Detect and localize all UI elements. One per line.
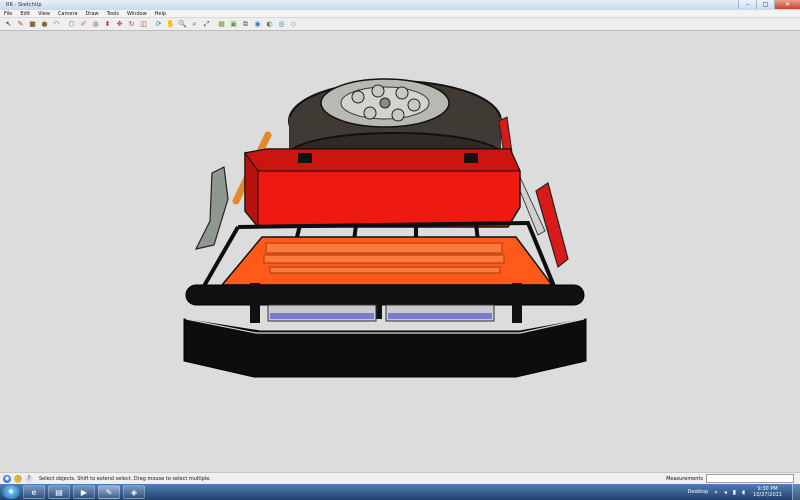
- zoom-window-tool-button[interactable]: ⌕: [189, 19, 200, 30]
- model-viewport[interactable]: [0, 31, 800, 472]
- menu-window[interactable]: Window: [123, 11, 151, 17]
- geo-location-icon[interactable]: ◉: [3, 474, 11, 483]
- help-icon[interactable]: ?: [25, 474, 33, 483]
- arc-icon: ◠: [53, 19, 60, 28]
- toolbar: ↖ ✎ ■ ● ◠ ⬡ ✐ ◍ ⬍ ✥ ↻ ◫ ⟳ ✋ 🔍 ⌕ ⤢ ▦ ▣ ⧉ ◉ ◐ ◎ ◇: [0, 18, 800, 31]
- rotate-icon: ↻: [128, 19, 135, 28]
- show-desktop-button[interactable]: [792, 484, 800, 500]
- zoom-icon: 🔍: [178, 19, 187, 28]
- geo-location-tool-button[interactable]: ◎: [276, 19, 287, 30]
- tape-measure-icon: ◍: [92, 19, 99, 28]
- window-title: RR - SketchUp: [6, 2, 42, 8]
- other-task[interactable]: ◈: [123, 485, 145, 499]
- menu-bar: File Edit View Camera Draw Tools Window …: [0, 10, 800, 18]
- place-model-tool-button[interactable]: ◐: [264, 19, 275, 30]
- measurements-label: Measurements: [666, 475, 703, 482]
- pan-tool-button[interactable]: ✋: [165, 19, 176, 30]
- sketchup-task[interactable]: ✎: [98, 485, 120, 499]
- share-model-icon: ▣: [230, 19, 237, 28]
- credits-icon[interactable]: ⓘ: [14, 474, 22, 483]
- taskbar-apps: e ▤ ▶ ✎ ◈: [20, 485, 145, 499]
- menu-draw[interactable]: Draw: [82, 11, 103, 17]
- zoom-window-icon: ⌕: [192, 19, 197, 28]
- menu-file[interactable]: File: [0, 11, 16, 17]
- clock-date: 10/27/2011: [753, 492, 782, 498]
- minimize-button[interactable]: –: [738, 0, 756, 9]
- components-icon: ⧉: [243, 19, 248, 28]
- clock[interactable]: 9:30 PM 10/27/2011: [753, 486, 782, 498]
- menu-tools[interactable]: Tools: [103, 11, 123, 17]
- zoom-extents-icon: ⤢: [203, 19, 210, 28]
- eraser-tool-button[interactable]: ✐: [78, 19, 89, 30]
- measurements-input[interactable]: [706, 474, 794, 483]
- zoom-tool-button[interactable]: 🔍: [177, 19, 188, 30]
- google-earth-icon: ◉: [254, 19, 261, 28]
- status-bar: ◉ ⓘ ? Select objects. Shift to extend se…: [0, 472, 800, 484]
- get-models-tool-button[interactable]: ▦: [216, 19, 227, 30]
- rotate-tool-button[interactable]: ↻: [126, 19, 137, 30]
- google-earth-tool-button[interactable]: ◉: [252, 19, 263, 30]
- rectangle-icon: ■: [29, 19, 36, 28]
- menu-help[interactable]: Help: [151, 11, 170, 17]
- push-pull-icon: ⬍: [104, 19, 111, 28]
- geo-location-icon: ◎: [278, 19, 285, 28]
- light-bar-left[interactable]: [267, 304, 377, 322]
- pan-icon: ✋: [166, 19, 175, 28]
- move-icon: ✥: [116, 19, 123, 28]
- menu-camera[interactable]: Camera: [54, 11, 82, 17]
- share-model-tool-button[interactable]: ▣: [228, 19, 239, 30]
- menu-edit[interactable]: Edit: [16, 11, 34, 17]
- front-bumper[interactable]: [183, 318, 587, 378]
- move-tool-button[interactable]: ✥: [114, 19, 125, 30]
- orbit-icon: ⟳: [155, 19, 162, 28]
- polygon-icon: ⬡: [68, 19, 75, 28]
- offset-tool-button[interactable]: ◫: [138, 19, 149, 30]
- zoom-extents-tool-button[interactable]: ⤢: [201, 19, 212, 30]
- tape-measure-tool-button[interactable]: ◍: [90, 19, 101, 30]
- taskbar: ❖ e ▤ ▶ ✎ ◈ Desktop » ◂ ▮ ◖ 9:30 PM 10/27/20…: [0, 484, 800, 500]
- maximize-button[interactable]: □: [756, 0, 774, 9]
- window-controls: – □ ✕: [738, 0, 800, 10]
- tray-icons[interactable]: » ◂ ▮ ◖: [714, 489, 747, 496]
- polygon-tool-button[interactable]: ⬡: [66, 19, 77, 30]
- select-icon: ↖: [5, 19, 12, 28]
- push-pull-tool-button[interactable]: ⬍: [102, 19, 113, 30]
- red-storage-box[interactable]: [244, 148, 521, 229]
- media-player-task[interactable]: ▶: [73, 485, 95, 499]
- title-bar: RR - SketchUp – □ ✕: [0, 0, 800, 10]
- bumper-tube[interactable]: [185, 283, 585, 323]
- desktop-toolbar-label[interactable]: Desktop: [688, 489, 709, 495]
- arc-tool-button[interactable]: ◠: [51, 19, 62, 30]
- eraser-icon: ✐: [80, 19, 87, 28]
- file-explorer-task[interactable]: ▤: [48, 485, 70, 499]
- start-button[interactable]: ❖: [2, 485, 20, 499]
- circle-icon: ●: [41, 19, 48, 28]
- menu-view[interactable]: View: [34, 11, 54, 17]
- status-hint: Select objects. Shift to extend select. …: [39, 475, 211, 482]
- pencil-icon: ✎: [17, 19, 24, 28]
- close-button[interactable]: ✕: [774, 0, 800, 9]
- styles-icon: ◇: [290, 19, 297, 28]
- rectangle-tool-button[interactable]: ■: [27, 19, 38, 30]
- model-drawing: [183, 78, 587, 378]
- get-models-icon: ▦: [218, 19, 225, 28]
- orbit-tool-button[interactable]: ⟳: [153, 19, 164, 30]
- light-bar-right[interactable]: [385, 304, 495, 322]
- styles-tool-button[interactable]: ◇: [288, 19, 299, 30]
- internet-explorer-task[interactable]: e: [23, 485, 45, 499]
- offset-icon: ◫: [140, 19, 147, 28]
- components-tool-button[interactable]: ⧉: [240, 19, 251, 30]
- pencil-tool-button[interactable]: ✎: [15, 19, 26, 30]
- select-tool-button[interactable]: ↖: [3, 19, 14, 30]
- place-model-icon: ◐: [266, 19, 273, 28]
- system-tray: Desktop » ◂ ▮ ◖ 9:30 PM 10/27/2011: [688, 484, 800, 500]
- orange-tray[interactable]: [220, 236, 554, 286]
- circle-tool-button[interactable]: ●: [39, 19, 50, 30]
